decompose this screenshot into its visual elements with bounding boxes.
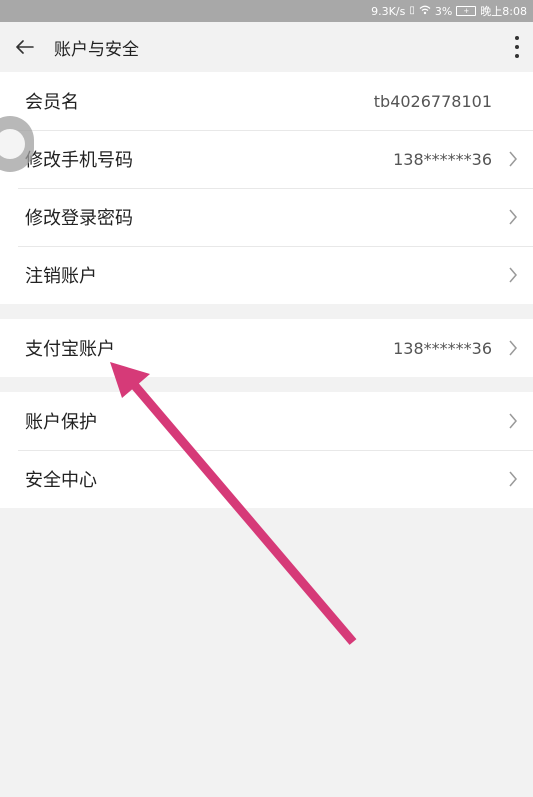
row-label: 修改登录密码 [25, 208, 133, 229]
row-label: 安全中心 [25, 470, 97, 491]
row-label: 支付宝账户 [25, 339, 115, 360]
account-group: 会员名 tb4026778101 修改手机号码 138******36 修改登录… [0, 72, 533, 304]
more-vertical-icon[interactable] [513, 36, 521, 58]
alipay-group: 支付宝账户 138******36 [0, 319, 533, 377]
chevron-right-icon [508, 340, 520, 356]
row-label: 修改手机号码 [25, 150, 133, 171]
row-change-password[interactable]: 修改登录密码 [0, 188, 533, 246]
battery-percent: 3% [434, 4, 453, 18]
row-member-name[interactable]: 会员名 tb4026778101 [0, 72, 533, 130]
chevron-right-icon [508, 151, 520, 167]
row-alipay-account[interactable]: 支付宝账户 138******36 [0, 319, 533, 377]
status-bar: 9.3K/s ▯ 3% + 晚上8:08 [0, 0, 533, 22]
row-change-phone[interactable]: 修改手机号码 138******36 [0, 130, 533, 188]
app-header: 账户与安全 [0, 22, 533, 72]
page-title: 账户与安全 [54, 39, 139, 60]
row-security-center[interactable]: 安全中心 [0, 450, 533, 508]
chevron-right-icon [508, 209, 520, 225]
row-label: 账户保护 [25, 412, 97, 433]
chevron-right-icon [508, 471, 520, 487]
security-group: 账户保护 安全中心 [0, 392, 533, 508]
network-speed: 9.3K/s [371, 4, 406, 18]
vibrate-icon: ▯ [409, 5, 415, 16]
row-cancel-account[interactable]: 注销账户 [0, 246, 533, 304]
row-account-protection[interactable]: 账户保护 [0, 392, 533, 450]
row-value: 138******36 [393, 338, 492, 358]
row-value: 138******36 [393, 149, 492, 169]
row-value: tb4026778101 [373, 91, 492, 111]
row-label: 注销账户 [25, 266, 97, 287]
clock: 晚上8:08 [480, 5, 527, 18]
chevron-right-icon [508, 413, 520, 429]
chevron-right-icon [508, 267, 520, 283]
wifi-icon [419, 5, 431, 18]
battery-icon: + [456, 6, 477, 16]
row-label: 会员名 [25, 92, 79, 113]
back-arrow-icon[interactable] [14, 36, 36, 58]
